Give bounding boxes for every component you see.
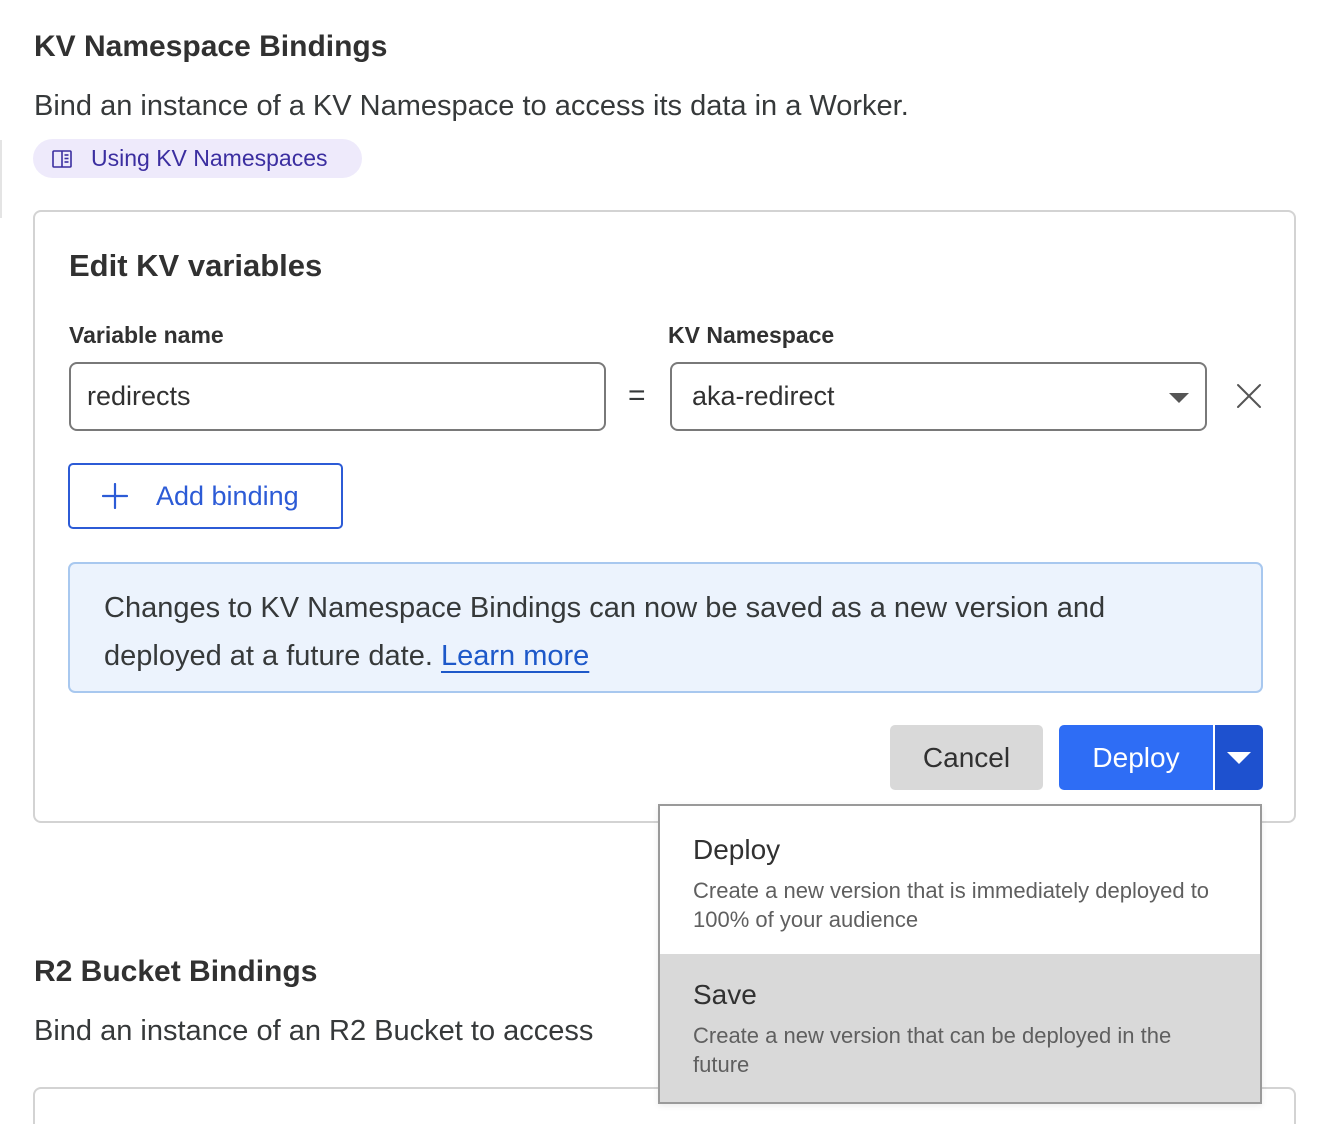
bindings-settings-page: KV Namespace Bindings Bind an instance o… [0,0,1326,1124]
using-kv-namespaces-link[interactable]: Using KV Namespaces [33,139,362,178]
deploy-button[interactable]: Deploy [1059,725,1213,790]
kv-section-description: Bind an instance of a KV Namespace to ac… [34,90,909,122]
info-banner-text: Changes to KV Namespace Bindings can now… [104,592,1106,672]
menu-item-deploy[interactable]: Deploy Create a new version that is imme… [660,806,1260,954]
add-binding-label: Add binding [156,480,299,511]
variable-name-label: Variable name [69,322,224,348]
kv-namespace-label: KV Namespace [668,322,835,348]
close-icon[interactable] [1234,381,1264,411]
plus-icon [102,483,128,509]
kv-section-title: KV Namespace Bindings [34,30,388,63]
menu-item-save[interactable]: Save Create a new version that can be de… [660,954,1260,1102]
book-icon [51,149,73,169]
using-kv-namespaces-label: Using KV Namespaces [91,145,328,171]
card-title: Edit KV variables [69,248,323,283]
chevron-down-icon [1169,393,1189,403]
edit-kv-card: Edit KV variables Variable name KV Names… [33,210,1296,823]
menu-item-title: Deploy [693,834,781,865]
deploy-options-toggle[interactable] [1215,725,1263,790]
left-rule [0,140,2,218]
r2-section-description: Bind an instance of an R2 Bucket to acce… [34,1015,594,1047]
caret-down-icon [1227,751,1251,764]
equals-sign: = [628,379,646,412]
cancel-button[interactable]: Cancel [890,725,1043,790]
menu-item-description: Create a new version that is immediately… [693,878,1210,932]
menu-item-description: Create a new version that can be deploye… [693,1023,1172,1077]
r2-section-title: R2 Bucket Bindings [34,955,318,988]
menu-item-title: Save [693,979,757,1010]
kv-namespace-select[interactable]: aka-redirect [670,362,1207,431]
deploy-options-menu: Deploy Create a new version that is imme… [658,804,1262,1104]
kv-namespace-selected-value: aka-redirect [692,381,835,411]
learn-more-link[interactable]: Learn more [441,640,589,672]
variable-name-input[interactable] [69,362,606,431]
add-binding-button[interactable]: Add binding [68,463,343,529]
info-banner: Changes to KV Namespace Bindings can now… [68,562,1263,693]
